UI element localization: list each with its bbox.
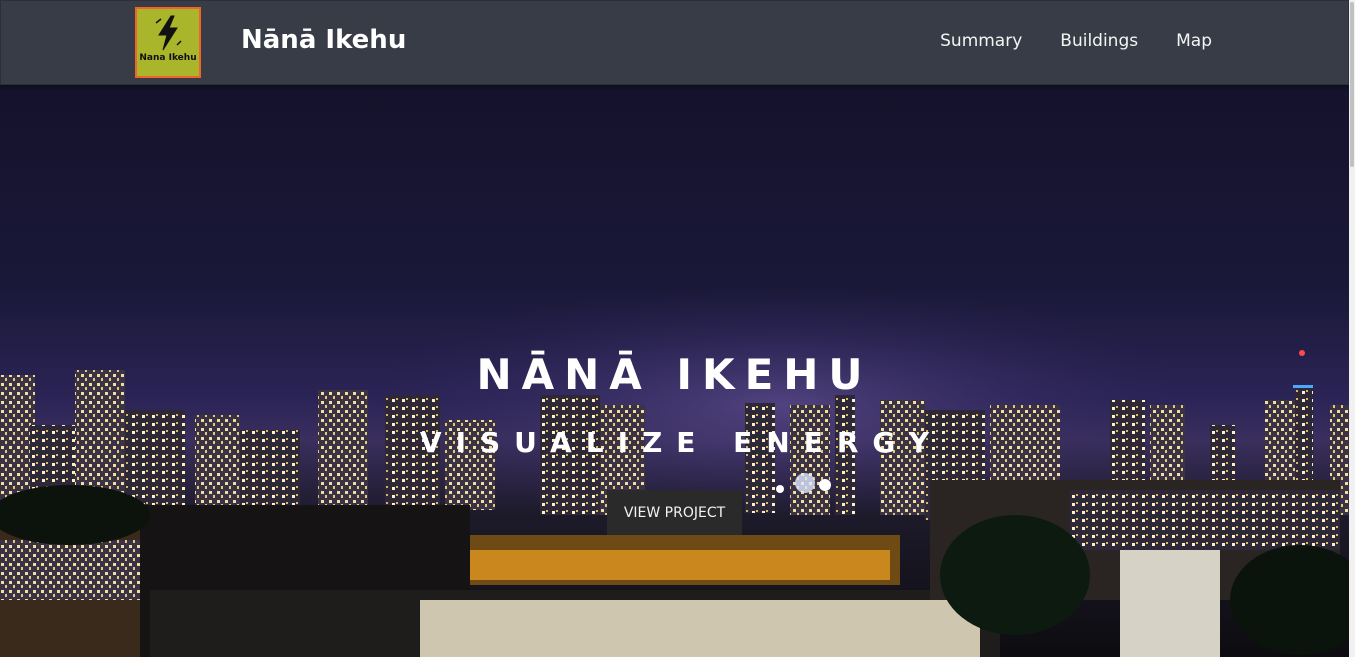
nav-link-summary[interactable]: Summary	[940, 31, 1022, 51]
lightning-bolt-icon	[155, 15, 182, 51]
logo[interactable]: Nana Ikehu	[135, 7, 201, 78]
nav-link-buildings[interactable]: Buildings	[1060, 31, 1138, 51]
logo-text: Nana Ikehu	[139, 53, 197, 63]
nav-link-map[interactable]: Map	[1176, 31, 1212, 51]
scrollbar[interactable]	[1349, 0, 1355, 657]
view-project-button[interactable]: VIEW PROJECT	[607, 490, 742, 535]
brand-title[interactable]: Nānā Ikehu	[241, 25, 406, 55]
hero-title: NĀNĀ IKEHU	[476, 350, 873, 399]
scrollbar-thumb[interactable]	[1350, 2, 1354, 167]
navbar: Nana Ikehu Nānā Ikehu Summary Buildings …	[0, 0, 1349, 85]
hero-subtitle: VISUALIZE ENERGY	[419, 426, 944, 459]
hero-section: NĀNĀ IKEHU VISUALIZE ENERGY VIEW PROJECT	[0, 85, 1349, 657]
nav-menu: Summary Buildings Map	[940, 31, 1212, 51]
